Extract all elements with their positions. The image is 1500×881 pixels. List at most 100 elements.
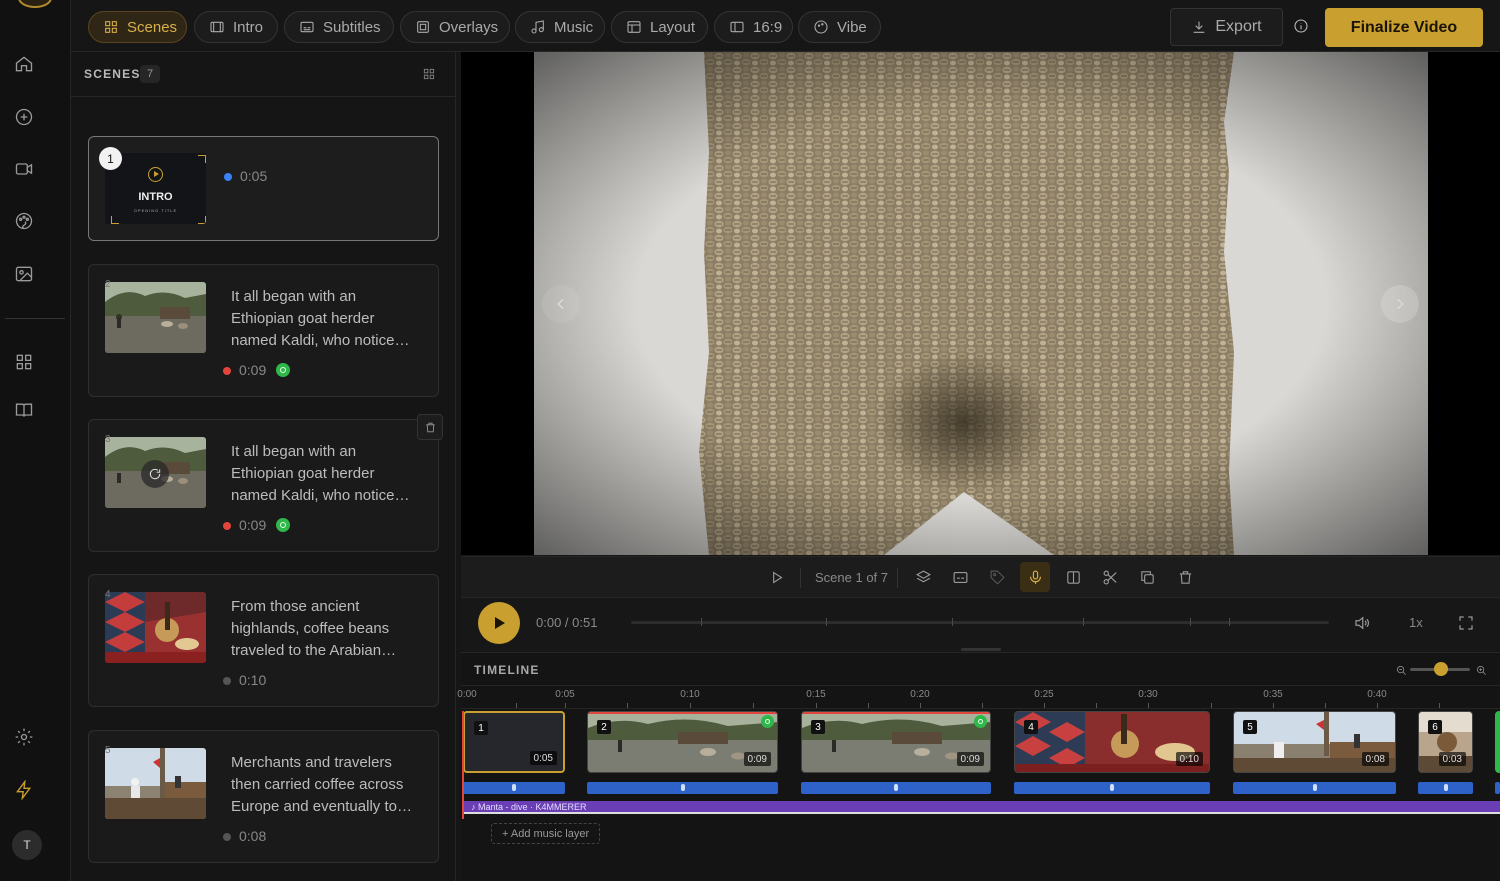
palette-icon[interactable] xyxy=(11,208,37,234)
tab-overlays[interactable]: Overlays xyxy=(400,11,510,43)
vo-segment[interactable] xyxy=(801,782,991,794)
scene-indicator: Scene 1 of 7 xyxy=(815,570,888,585)
avatar[interactable]: T xyxy=(12,830,42,860)
plus-circle-icon[interactable] xyxy=(11,104,37,130)
scene-card-4[interactable]: 4 From those ancient highlands, coffee b… xyxy=(88,574,439,707)
clip-number: 1 xyxy=(474,721,488,735)
tab-subtitles[interactable]: Subtitles xyxy=(284,11,394,43)
tag-icon[interactable] xyxy=(982,562,1012,592)
status-dot xyxy=(223,522,231,530)
separator xyxy=(800,568,801,588)
previous-arrow-icon[interactable] xyxy=(542,285,580,323)
time-ruler[interactable]: 0:00 0:05 0:10 0:15 0:20 0:25 0:30 0:35 … xyxy=(457,685,1500,709)
video-frame[interactable] xyxy=(534,52,1428,555)
info-icon[interactable] xyxy=(1293,18,1309,34)
next-arrow-icon[interactable] xyxy=(1381,285,1419,323)
layers-icon[interactable] xyxy=(908,562,938,592)
play-scene-icon[interactable] xyxy=(761,562,791,592)
scene-card-2[interactable]: 2 It all began with an Ethiopian goat he… xyxy=(88,264,439,397)
book-icon[interactable] xyxy=(11,397,37,423)
timeline-clip-5[interactable]: 5 0:08 xyxy=(1233,711,1396,773)
layout-icon xyxy=(627,21,641,33)
vo-segment[interactable] xyxy=(1418,782,1473,794)
timeline-panel: TIMELINE 0:00 0:05 0:10 0:15 0:20 0:25 0… xyxy=(457,652,1500,881)
subtitles-icon[interactable] xyxy=(945,562,975,592)
export-button[interactable]: Export xyxy=(1170,8,1283,46)
resize-handle[interactable] xyxy=(961,648,1001,651)
coffee-beans-frame xyxy=(534,52,1428,555)
grid-icon xyxy=(105,21,117,33)
trash-icon[interactable] xyxy=(1170,562,1200,592)
timeline-clip-6[interactable]: 6 0:03 xyxy=(1418,711,1473,773)
scene-duration: 0:05 xyxy=(240,168,268,184)
tab-scenes[interactable]: Scenes xyxy=(88,11,187,43)
playhead[interactable] xyxy=(462,711,464,819)
timecode: 0:00 / 0:51 xyxy=(536,615,598,630)
home-icon[interactable] xyxy=(11,51,37,77)
status-dot xyxy=(223,677,231,685)
clip-duration: 0:09 xyxy=(956,752,984,766)
vo-segment[interactable] xyxy=(1495,782,1500,794)
ruler-label: 0:40 xyxy=(1367,689,1387,700)
clip-number: 3 xyxy=(811,720,825,734)
vo-segment[interactable] xyxy=(462,782,565,794)
microphone-icon[interactable] xyxy=(1020,562,1050,592)
ruler-label: 0:15 xyxy=(806,689,826,700)
tab-music[interactable]: Music xyxy=(515,11,605,43)
zoom-in-icon[interactable] xyxy=(1476,663,1487,675)
finalize-video-button[interactable]: Finalize Video xyxy=(1325,8,1483,47)
timeline-clip-7[interactable] xyxy=(1495,711,1500,773)
ruler-label: 0:30 xyxy=(1138,689,1158,700)
timeline-clip-4[interactable]: 4 0:10 xyxy=(1014,711,1210,773)
volume-icon[interactable] xyxy=(1353,614,1371,632)
add-music-layer-button[interactable]: + Add music layer xyxy=(491,823,601,844)
fullscreen-icon[interactable] xyxy=(1457,614,1475,632)
tab-layout[interactable]: Layout xyxy=(611,11,708,43)
voice-ready-icon xyxy=(276,518,290,532)
vo-segment[interactable] xyxy=(1014,782,1210,794)
grid-icon[interactable] xyxy=(11,349,37,375)
ruler-label: 0:20 xyxy=(910,689,930,700)
clip-duration: 0:05 xyxy=(529,751,557,765)
clip-duration: 0:03 xyxy=(1438,752,1466,766)
tab-intro[interactable]: Intro xyxy=(194,11,278,43)
scene-number: 2 xyxy=(105,279,111,290)
scene-text: From those ancient highlands, coffee bea… xyxy=(231,598,390,659)
play-circle-icon xyxy=(148,167,163,182)
music-track[interactable]: ♪ Manta - dive · K4MMERER xyxy=(462,801,1500,814)
clip-duration: 0:09 xyxy=(743,752,771,766)
duplicate-icon[interactable] xyxy=(1132,562,1162,592)
vo-segment[interactable] xyxy=(1233,782,1396,794)
zoom-out-icon[interactable] xyxy=(1396,663,1407,675)
scene-card-3[interactable]: 3 It all began with an Ethiopian goat he… xyxy=(88,419,439,552)
timeline-clip-1[interactable]: 1 0:05 xyxy=(463,711,565,773)
scrubber[interactable] xyxy=(631,618,1329,626)
tab-aspect-ratio[interactable]: 16:9 xyxy=(714,11,793,43)
scene-card-5[interactable]: 5 Merchants and travelers then carried c… xyxy=(88,730,439,863)
trash-icon xyxy=(425,422,435,432)
zoom-slider-knob[interactable] xyxy=(1434,662,1448,676)
clip-number: 5 xyxy=(1243,720,1257,734)
palette-icon xyxy=(814,20,828,34)
vo-segment[interactable] xyxy=(587,782,778,794)
scene-card-1[interactable]: INTRO OPENING TITLE 1 0:05 xyxy=(88,136,439,241)
lightning-icon[interactable] xyxy=(11,777,37,803)
grid-view-icon[interactable] xyxy=(422,67,436,81)
settings-icon[interactable] xyxy=(11,724,37,750)
tab-label: Overlays xyxy=(439,18,499,36)
intro-title: INTRO xyxy=(138,191,173,203)
play-button[interactable] xyxy=(478,602,520,644)
rail-divider xyxy=(5,318,65,319)
image-icon[interactable] xyxy=(11,261,37,287)
scissors-icon[interactable] xyxy=(1095,562,1125,592)
video-camera-icon[interactable] xyxy=(11,156,37,182)
playback-speed[interactable]: 1x xyxy=(1409,615,1423,630)
scene-number: 4 xyxy=(105,589,111,600)
regenerate-icon[interactable] xyxy=(141,460,169,488)
delete-scene-button[interactable] xyxy=(417,414,443,440)
timeline-clip-2[interactable]: 2 0:09 xyxy=(587,711,778,773)
tab-vibe[interactable]: Vibe xyxy=(798,11,881,43)
subtitles-icon xyxy=(300,21,314,33)
split-view-icon[interactable] xyxy=(1058,562,1088,592)
timeline-clip-3[interactable]: 3 0:09 xyxy=(801,711,991,773)
